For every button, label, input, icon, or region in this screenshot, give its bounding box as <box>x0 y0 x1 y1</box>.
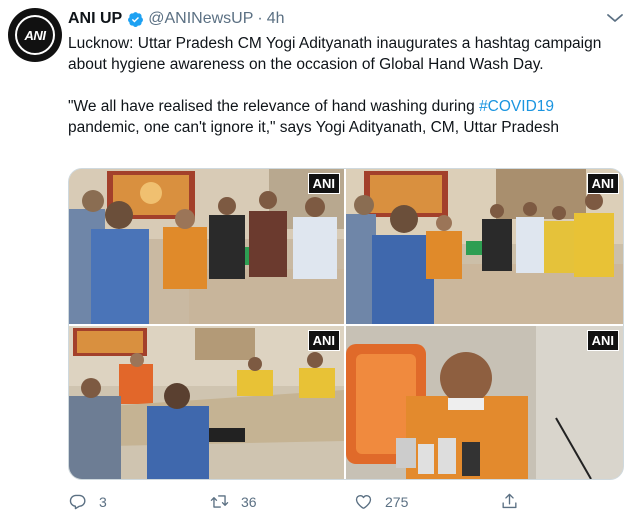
reply-button[interactable]: 3 <box>68 492 107 511</box>
ani-watermark: ANI <box>307 330 340 351</box>
action-bar: 3 36 275 <box>68 492 628 516</box>
ani-logo: ANI <box>15 15 55 55</box>
like-count: 275 <box>385 493 409 510</box>
separator-dot: · <box>257 10 263 27</box>
share-icon <box>502 493 517 509</box>
quote-start: "We all have realised the relevance of h… <box>68 98 480 115</box>
photo-4-image <box>346 326 623 479</box>
handle[interactable]: @ANINewsUP <box>148 10 253 28</box>
photo-3[interactable]: ANI <box>69 326 344 479</box>
share-button[interactable] <box>500 492 531 511</box>
ani-watermark: ANI <box>586 173 619 194</box>
heart-icon <box>355 494 372 509</box>
hashtag-link[interactable]: #COVID19 <box>479 98 554 115</box>
quote-end: pandemic, one can't ignore it," says Yog… <box>68 119 559 136</box>
reply-icon <box>69 494 86 510</box>
retweet-icon <box>210 495 229 508</box>
tweet-paragraph-1: Lucknow: Uttar Pradesh CM Yogi Adityanat… <box>68 35 602 73</box>
tweet-paragraph-2: "We all have realised the relevance of h… <box>68 96 628 138</box>
ani-watermark: ANI <box>586 330 619 351</box>
tweet-card: ANI ANI UP @ANINewsUP · 4h Lucknow: Utta… <box>0 0 640 524</box>
ani-watermark: ANI <box>307 173 340 194</box>
photo-2-image <box>346 169 623 324</box>
tweet-text: Lucknow: Uttar Pradesh CM Yogi Adityanat… <box>68 33 628 138</box>
timestamp[interactable]: 4h <box>267 10 285 28</box>
retweet-count: 36 <box>241 493 257 510</box>
avatar[interactable]: ANI <box>8 8 62 62</box>
reply-count: 3 <box>99 493 107 510</box>
photo-4[interactable]: ANI <box>346 326 623 479</box>
photo-2[interactable]: ANI <box>346 169 623 324</box>
display-name[interactable]: ANI UP <box>68 10 122 28</box>
retweet-button[interactable]: 36 <box>210 492 257 511</box>
photo-1-image <box>69 169 344 324</box>
photo-1[interactable]: ANI <box>69 169 344 324</box>
verified-badge-icon <box>128 11 144 27</box>
media-grid[interactable]: ANI ANI ANI ANI <box>68 168 624 480</box>
chevron-down-icon[interactable] <box>604 10 626 26</box>
tweet-header: ANI UP @ANINewsUP · 4h <box>68 8 285 30</box>
like-button[interactable]: 275 <box>354 492 408 511</box>
photo-3-image <box>69 326 344 479</box>
